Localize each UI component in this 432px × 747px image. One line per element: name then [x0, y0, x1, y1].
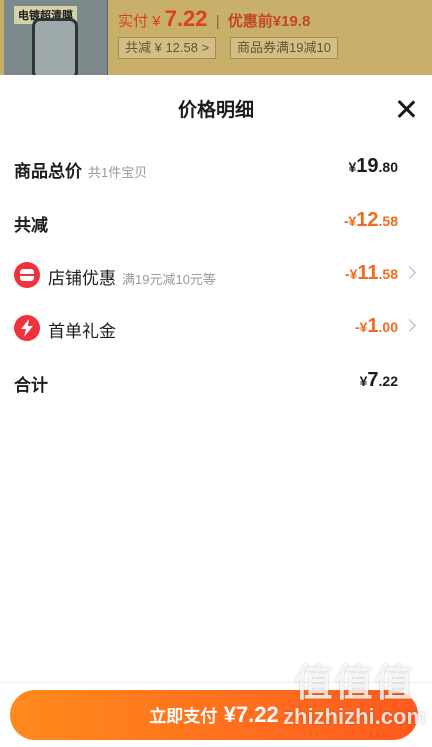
actual-pay-amount: 7.22 — [164, 6, 208, 31]
sheet-title: 价格明细 — [177, 100, 254, 121]
shop-discount-label: 店铺优惠 — [48, 269, 116, 288]
pay-now-button[interactable]: 立即支付 ¥7.22 — [10, 690, 418, 740]
product-strip: 电镀超清膜 实付 ¥ 7.22 | 优惠前¥19.8 共减 ¥ 12.58 > … — [0, 0, 432, 75]
phone-image — [32, 18, 78, 75]
coupon-chip: 商品券满19减10 — [230, 37, 338, 59]
total-discount-label: 共减 — [14, 216, 48, 235]
price-detail-sheet: 价格明细 商品总价 共1件宝贝 ¥19.80 共减 -¥12.58 店铺优惠 满19… — [0, 75, 432, 747]
goods-total-row: 商品总价 共1件宝贝 ¥19.80 — [0, 148, 432, 188]
price-summary: 实付 ¥ 7.22 | 优惠前¥19.8 — [118, 6, 310, 32]
total-discount-chip[interactable]: 共减 ¥ 12.58 > — [118, 37, 217, 59]
pay-now-amount: ¥7.22 — [223, 702, 279, 727]
shop-discount-condition: 满19元减10元等 — [122, 272, 216, 287]
shop-discount-amount: -¥11.58 — [344, 262, 398, 284]
actual-pay-label: 实付 — [118, 13, 149, 30]
close-icon[interactable] — [392, 95, 420, 123]
divider — [0, 682, 432, 683]
first-order-row[interactable]: 首单礼金 -¥1.00 — [0, 308, 432, 348]
shop-discount-row[interactable]: 店铺优惠 满19元减10元等 -¥11.58 — [0, 255, 432, 295]
chevron-right-icon — [403, 319, 416, 332]
subtotal-row: 合计 ¥7.22 — [0, 362, 432, 402]
separator: | — [215, 13, 220, 30]
chevron-right-icon — [403, 266, 416, 279]
currency-symbol: ¥ — [152, 13, 161, 30]
subtotal-label: 合计 — [14, 376, 48, 395]
goods-total-label: 商品总价 — [14, 162, 82, 181]
shop-icon — [14, 262, 40, 288]
first-order-amount: -¥1.00 — [354, 315, 398, 337]
price-before-discount: 优惠前¥19.8 — [227, 13, 311, 30]
total-discount-amount: -¥12.58 — [343, 209, 398, 231]
bolt-icon — [14, 315, 40, 341]
pay-now-label: 立即支付 — [149, 707, 218, 726]
goods-count: 共1件宝贝 — [88, 165, 148, 180]
goods-total-amount: ¥19.80 — [348, 155, 398, 177]
product-thumbnail: 电镀超清膜 — [4, 0, 108, 75]
total-discount-row: 共减 -¥12.58 — [0, 202, 432, 242]
first-order-label: 首单礼金 — [48, 322, 116, 341]
subtotal-amount: ¥7.22 — [359, 369, 398, 391]
